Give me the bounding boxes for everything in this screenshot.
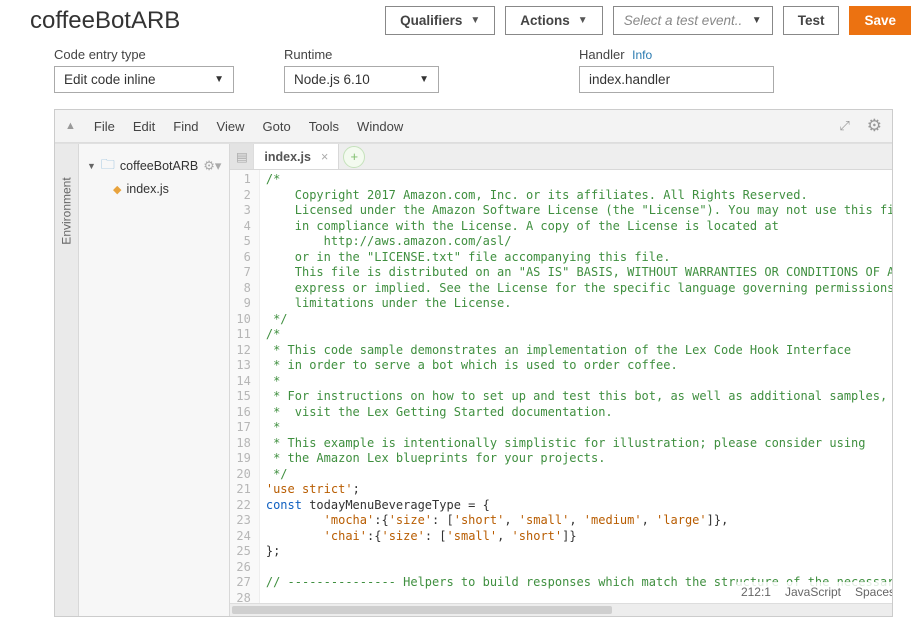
environment-tab[interactable]: Environment — [55, 144, 79, 616]
fullscreen-icon[interactable]: ⤢ — [839, 118, 848, 134]
line-gutter: 1 2 3 4 5 6 7 8 9 10 11 12 13 14 15 16 1… — [230, 170, 259, 603]
indent-setting[interactable]: Spaces: 4 — [855, 585, 892, 599]
tree-root[interactable]: ▼ 🗀 coffeeBotARB ⚙▾ — [85, 152, 223, 180]
horizontal-scrollbar[interactable] — [230, 603, 892, 616]
handler-group: Handler Info index.handler — [579, 47, 774, 93]
file-tree: ▼ 🗀 coffeeBotARB ⚙▾ ◆ index.js — [79, 144, 230, 616]
add-tab-button[interactable]: + — [343, 146, 365, 168]
editor-status-bar: 212:1 JavaScript Spaces: 4 ⚙ — [737, 582, 892, 602]
code-editor-panel: ▲ File Edit Find View Goto Tools Window … — [54, 109, 893, 617]
file-tab-active[interactable]: index.js × — [254, 144, 339, 169]
menu-goto[interactable]: Goto — [263, 119, 291, 134]
function-name: coffeeBotARB — [30, 7, 180, 35]
save-button[interactable]: Save — [849, 6, 911, 35]
menu-find[interactable]: Find — [173, 119, 198, 134]
handler-input[interactable]: index.handler — [579, 66, 774, 93]
gear-icon[interactable]: ⚙▾ — [203, 158, 221, 174]
menu-window[interactable]: Window — [357, 119, 403, 134]
actions-label: Actions — [520, 13, 570, 28]
runtime-select[interactable]: Node.js 6.10 ▼ — [284, 66, 439, 93]
qualifiers-button[interactable]: Qualifiers ▼ — [385, 6, 495, 35]
tab-list-icon[interactable]: ▤ — [230, 144, 254, 169]
chevron-down-icon: ▼ — [578, 15, 588, 26]
language-mode[interactable]: JavaScript — [785, 585, 841, 599]
runtime-group: Runtime Node.js 6.10 ▼ — [284, 47, 439, 93]
chevron-down-icon: ▼ — [214, 74, 224, 85]
chevron-down-icon: ▼ — [470, 15, 480, 26]
code-area[interactable]: 1 2 3 4 5 6 7 8 9 10 11 12 13 14 15 16 1… — [230, 170, 892, 603]
qualifiers-label: Qualifiers — [400, 13, 462, 28]
chevron-down-icon: ▼ — [419, 74, 429, 85]
menu-edit[interactable]: Edit — [133, 119, 155, 134]
code-entry-group: Code entry type Edit code inline ▼ — [54, 47, 234, 93]
ide-menu-bar: ▲ File Edit Find View Goto Tools Window … — [55, 110, 892, 143]
header-bar: coffeeBotARB Qualifiers ▼ Actions ▼ Sele… — [0, 0, 923, 43]
code-entry-label: Code entry type — [54, 47, 234, 62]
chevron-down-icon: ▼ — [752, 15, 762, 26]
code-entry-select[interactable]: Edit code inline ▼ — [54, 66, 234, 93]
menu-tools[interactable]: Tools — [309, 119, 339, 134]
runtime-label: Runtime — [284, 47, 439, 62]
tab-strip: ▤ index.js × + — [230, 144, 892, 170]
test-event-placeholder: Select a test event.. — [624, 13, 743, 28]
close-icon[interactable]: × — [321, 150, 328, 164]
collapse-up-icon[interactable]: ▲ — [65, 120, 76, 132]
menu-file[interactable]: File — [94, 119, 115, 134]
folder-icon: 🗀 — [101, 154, 115, 178]
ide-body: Environment ▼ 🗀 coffeeBotARB ⚙▾ ◆ index.… — [55, 143, 892, 616]
handler-info-link[interactable]: Info — [632, 48, 652, 62]
code-text[interactable]: /* Copyright 2017 Amazon.com, Inc. or it… — [260, 170, 892, 603]
gear-icon[interactable]: ⚙ — [867, 116, 882, 136]
test-event-select[interactable]: Select a test event.. ▼ — [613, 6, 773, 35]
cursor-position: 212:1 — [741, 585, 771, 599]
tree-file[interactable]: ◆ index.js — [111, 180, 223, 198]
chevron-down-icon: ▼ — [87, 161, 96, 171]
file-icon: ◆ — [113, 183, 121, 196]
config-row: Code entry type Edit code inline ▼ Runti… — [0, 43, 923, 99]
actions-button[interactable]: Actions ▼ — [505, 6, 602, 35]
test-button[interactable]: Test — [783, 6, 840, 35]
handler-label: Handler Info — [579, 47, 774, 62]
editor-column: ▤ index.js × + 1 2 3 4 5 6 7 8 9 10 11 1… — [230, 144, 892, 616]
menu-view[interactable]: View — [217, 119, 245, 134]
